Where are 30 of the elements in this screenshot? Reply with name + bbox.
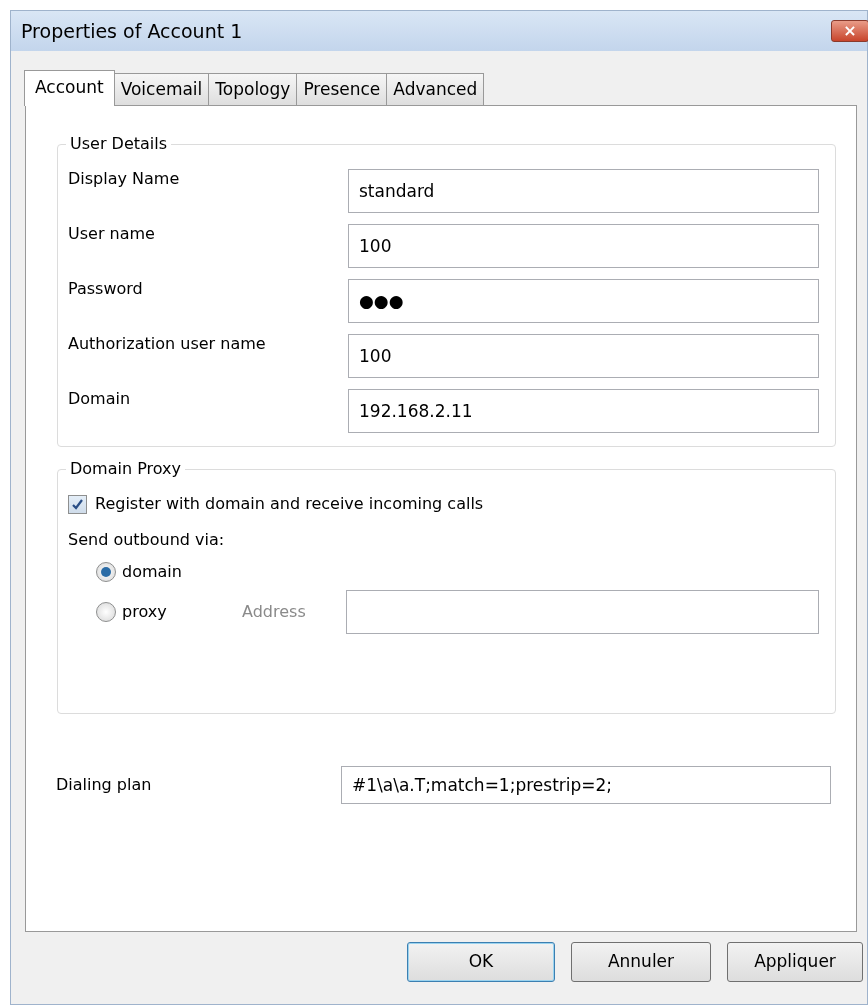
checkbox[interactable] — [68, 494, 87, 514]
input-field[interactable]: 100 — [348, 333, 819, 378]
field-label: Address — [242, 601, 307, 623]
dialog-button[interactable]: Annuler — [571, 942, 711, 982]
field-label: Authorization user name — [67, 333, 267, 355]
dialog-button[interactable]: Appliquer — [727, 942, 863, 982]
radio-label: domain — [122, 561, 182, 583]
radio-label: proxy — [122, 601, 168, 623]
field-label: Dialing plan — [56, 774, 153, 796]
input-field[interactable]: 100 — [348, 223, 819, 268]
tab[interactable]: Voicemail — [113, 73, 210, 105]
dialog-button[interactable]: OK — [407, 942, 555, 982]
field-label: Password — [67, 278, 144, 300]
radio-button[interactable] — [96, 562, 116, 582]
field-label: Send outbound via: — [68, 529, 225, 551]
input-field[interactable]: ●●● — [348, 278, 819, 323]
checkbox-label: Register with domain and receive incoming calls — [95, 493, 484, 515]
field-label: Domain — [67, 388, 132, 410]
field-label: Display Name — [67, 168, 181, 190]
input-field[interactable]: #1\a\a.T;match=1;prestrip=2; — [341, 766, 831, 804]
tab[interactable]: Advanced — [386, 73, 485, 105]
tab[interactable]: Topology — [208, 73, 298, 105]
window-title: Properties of Account 1 — [21, 18, 243, 44]
field-label: User name — [67, 223, 156, 245]
input-field[interactable]: 192.168.2.11 — [348, 388, 819, 433]
input-field[interactable]: standard — [348, 168, 819, 213]
tab[interactable]: Account — [24, 70, 115, 106]
radio-button[interactable] — [96, 602, 116, 622]
tab[interactable]: Presence — [296, 73, 388, 105]
check-icon — [71, 497, 84, 511]
